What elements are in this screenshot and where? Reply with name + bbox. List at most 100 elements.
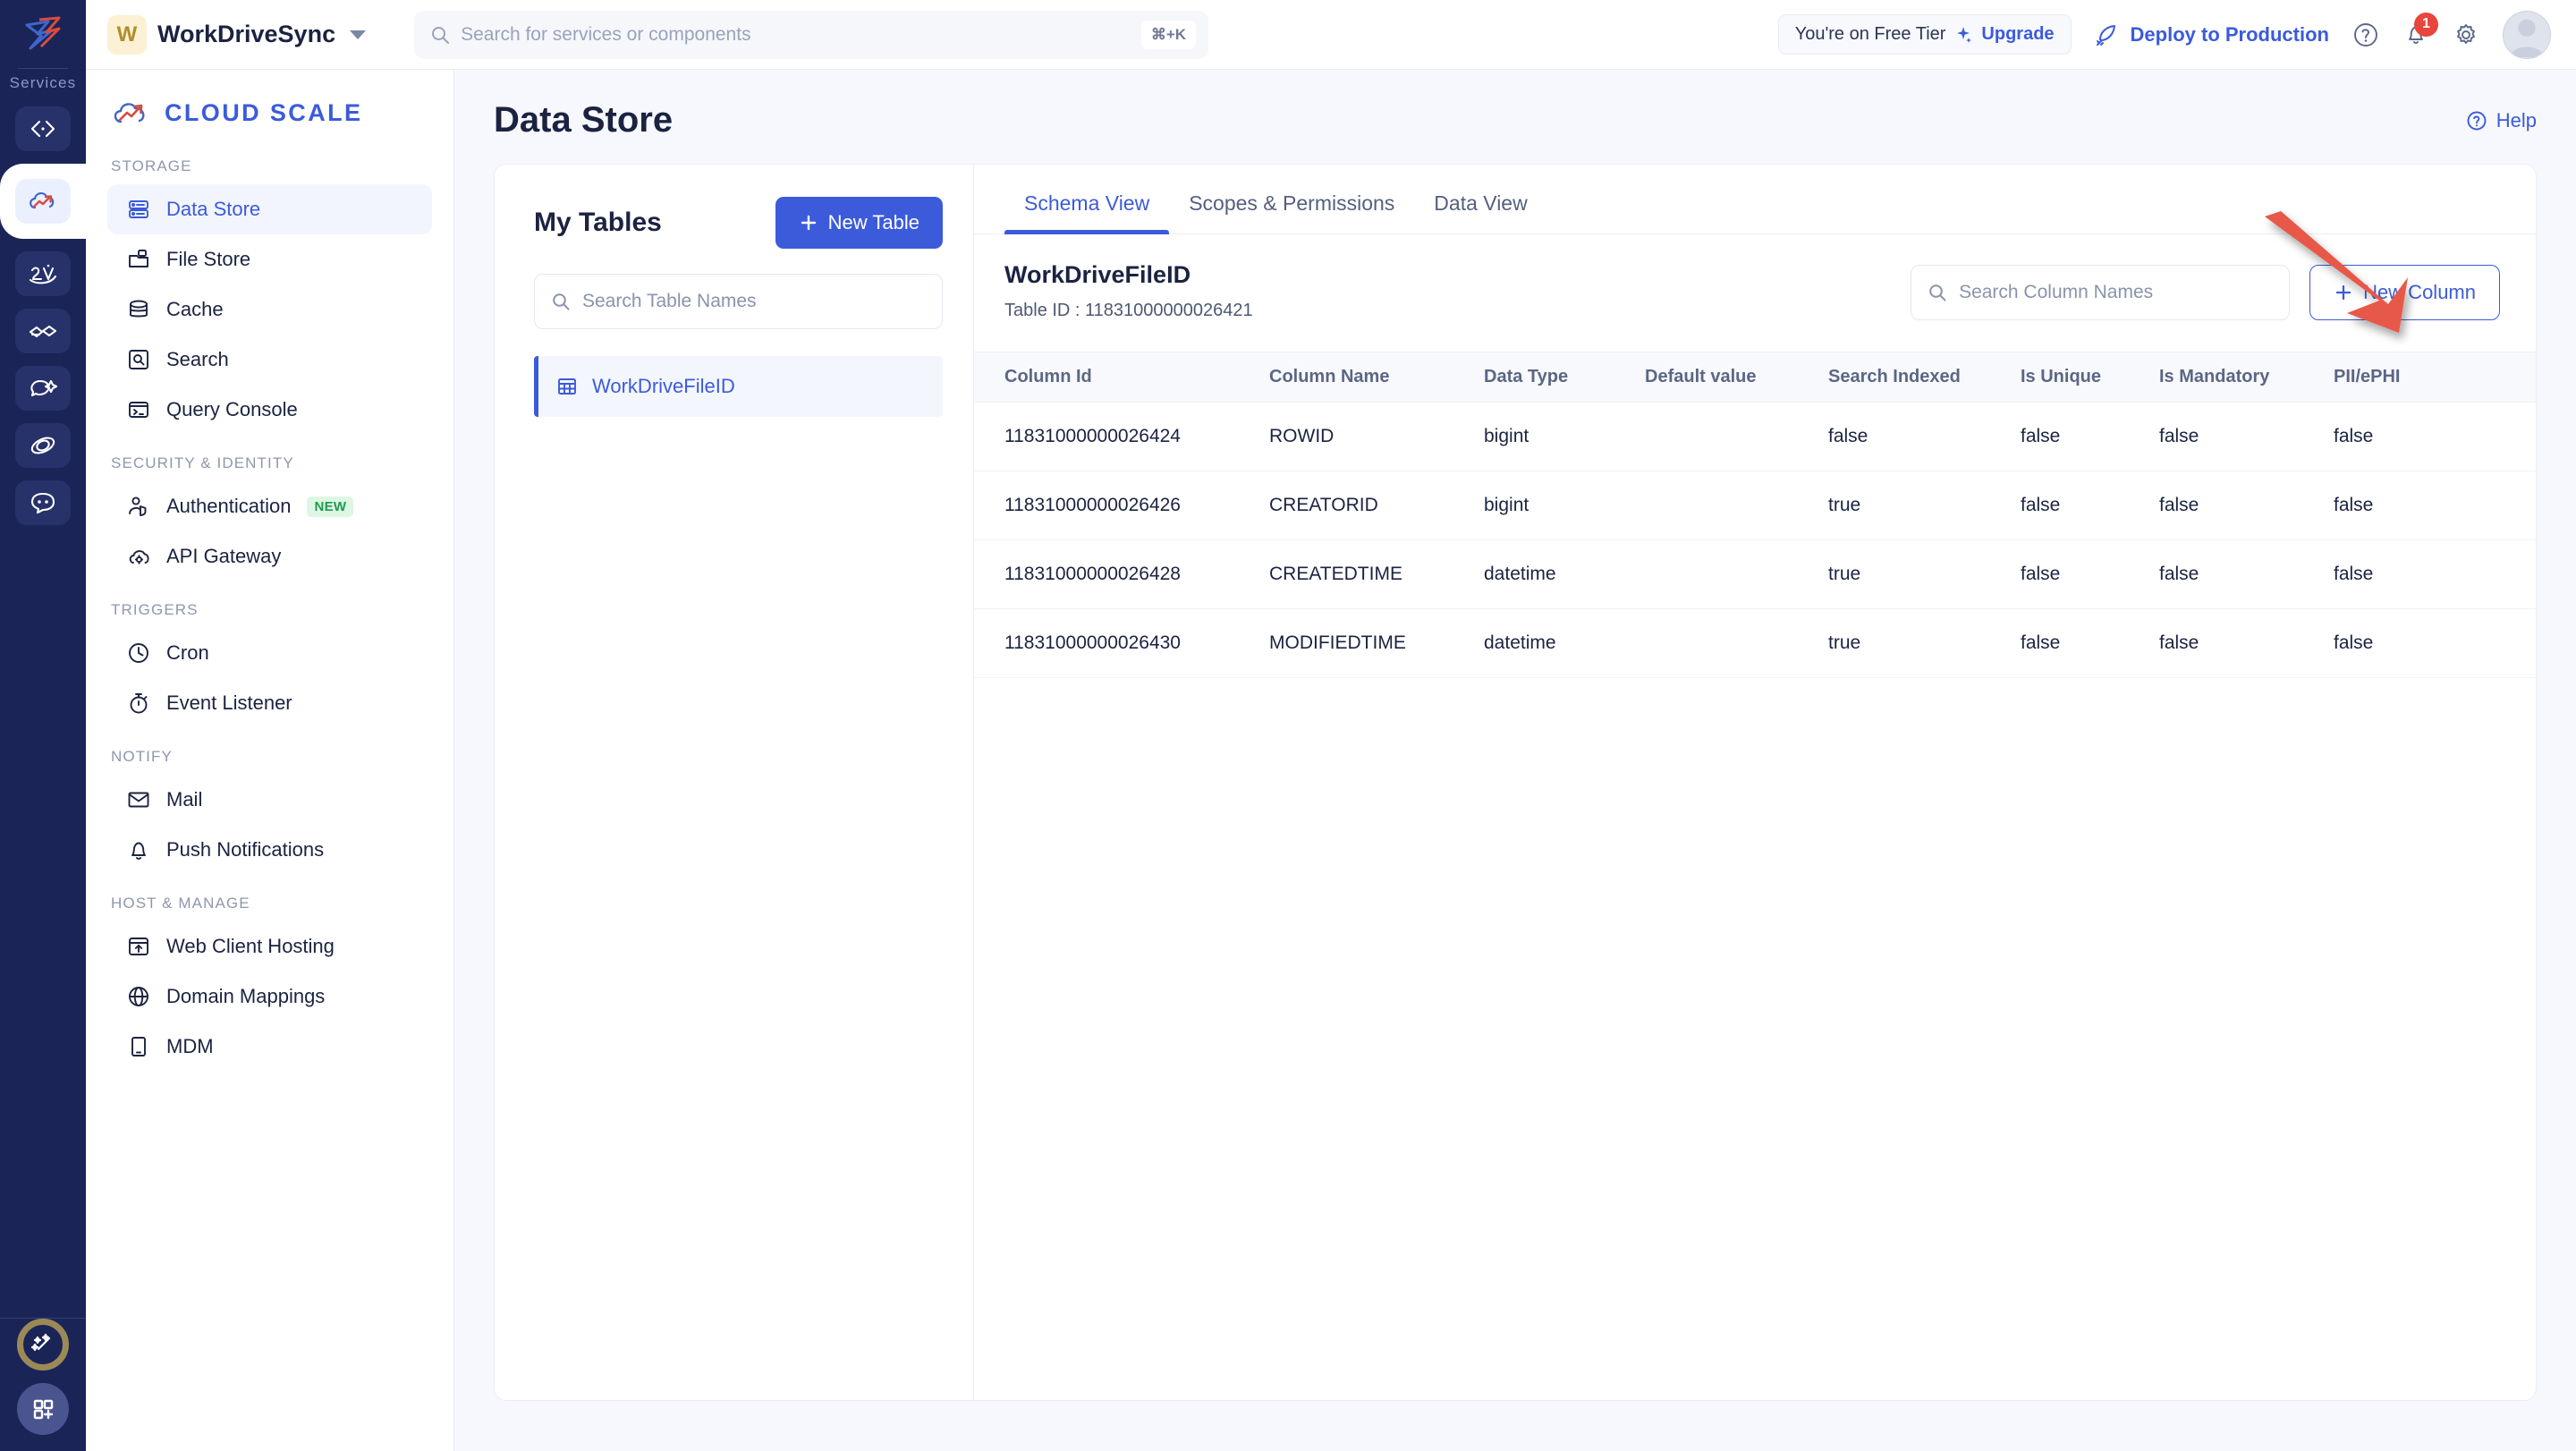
tab-scopes-permissions[interactable]: Scopes & Permissions <box>1169 165 1414 233</box>
rail-item-code[interactable] <box>15 106 71 151</box>
rail-item-list <box>0 106 86 525</box>
schema-actions: Search Column Names New Column <box>1911 265 2500 320</box>
cell-default-value <box>1645 608 1828 678</box>
new-column-label: New Column <box>2363 281 2476 303</box>
table-row[interactable]: 11831000000026430 MODIFIEDTIME datetime … <box>974 608 2536 678</box>
sidebar-item-data-store[interactable]: Data Store <box>107 184 432 234</box>
sidebar-item-domain-mappings[interactable]: Domain Mappings <box>107 972 432 1022</box>
upgrade-button[interactable]: Upgrade <box>1981 24 2054 45</box>
cell-is-unique: false <box>2021 539 2159 609</box>
nav-group-label-host-manage: HOST & MANAGE <box>111 895 250 912</box>
rail-divider <box>18 68 68 69</box>
cell-is-mandatory: false <box>2159 608 2334 678</box>
app-switcher[interactable]: W WorkDriveSync <box>107 14 367 55</box>
main-content: Data Store Help My Tables New Table Sear… <box>454 70 2576 1451</box>
cell-column-id: 11831000000026426 <box>974 471 1269 540</box>
cell-column-name: CREATEDTIME <box>1269 539 1484 609</box>
user-avatar[interactable] <box>2503 10 2551 59</box>
rail-item-analytics[interactable] <box>15 251 71 296</box>
cell-is-mandatory: false <box>2159 471 2334 540</box>
sidebar-item-label: Data Store <box>166 198 261 220</box>
tab-data-view[interactable]: Data View <box>1414 165 1546 233</box>
upload-window-icon <box>129 938 148 955</box>
chevron-down-icon <box>350 30 367 39</box>
column-search-placeholder: Search Column Names <box>1959 282 2154 302</box>
sidebar-item-label: Domain Mappings <box>166 985 326 1007</box>
sidebar-item-label: Query Console <box>166 398 298 420</box>
schema-header: WorkDriveFileID Table ID : 1183100000002… <box>974 234 2536 321</box>
sidebar-item-api-gateway[interactable]: API Gateway <box>107 531 432 581</box>
top-bar-actions: You're on Free Tier Upgrade Deploy to Pr… <box>1777 10 2551 59</box>
cell-data-type: bigint <box>1484 402 1645 471</box>
plus-icon <box>801 215 816 231</box>
body: CLOUD SCALE STORAGE Data Store File Stor… <box>86 70 2576 1451</box>
schema-title-block: WorkDriveFileID Table ID : 1183100000002… <box>1004 261 1253 321</box>
cloud-gear-icon <box>129 550 149 564</box>
sidebar-item-authentication[interactable]: Authentication NEW <box>107 481 432 531</box>
table-search-input[interactable]: Search Table Names <box>534 274 943 329</box>
schema-table-id: Table ID : 11831000000026421 <box>1004 301 1253 320</box>
sidebar-item-mdm[interactable]: MDM <box>107 1022 432 1072</box>
help-link[interactable]: Help <box>2466 109 2537 132</box>
new-table-button[interactable]: New Table <box>775 197 943 249</box>
table-row[interactable]: 11831000000026424 ROWID bigint false fal… <box>974 402 2536 471</box>
search-shortcut-badge: ⌘+K <box>1140 20 1197 49</box>
table-list-item-workdrivefileid[interactable]: WorkDriveFileID <box>534 356 943 417</box>
help-circle-icon[interactable] <box>2352 21 2379 48</box>
sidebar-item-mail[interactable]: Mail <box>107 775 432 825</box>
product-logo-icon[interactable] <box>18 13 68 59</box>
cell-data-type: bigint <box>1484 471 1645 540</box>
sidebar-item-label: API Gateway <box>166 545 282 567</box>
tables-panel-header: My Tables New Table <box>534 197 943 249</box>
app-grid-add-icon[interactable] <box>17 1383 69 1435</box>
sidebar-item-web-client-hosting[interactable]: Web Client Hosting <box>107 921 432 972</box>
sidebar-item-push-notifications[interactable]: Push Notifications <box>107 825 432 875</box>
brand: CLOUD SCALE <box>86 70 453 152</box>
filestore-icon <box>129 250 148 267</box>
sidebar-item-query-console[interactable]: Query Console <box>107 385 432 435</box>
rail-item-orbit[interactable] <box>15 423 71 468</box>
rail-item-cloud-scale[interactable] <box>0 164 86 239</box>
settings-gear-icon[interactable] <box>2453 21 2479 48</box>
new-column-button[interactable]: New Column <box>2309 265 2500 320</box>
global-search-input[interactable]: Search for services or components ⌘+K <box>414 10 1209 59</box>
cell-data-type: datetime <box>1484 608 1645 678</box>
sidebar-item-cron[interactable]: Cron <box>107 628 432 678</box>
sidebar-item-label: Cron <box>166 641 209 664</box>
search-box-icon <box>129 350 148 369</box>
cell-column-name: MODIFIEDTIME <box>1269 608 1484 678</box>
sidebar-item-cache[interactable]: Cache <box>107 284 432 335</box>
magic-wand-icon[interactable] <box>17 1319 69 1370</box>
right-pane: W WorkDriveSync Search for services or c… <box>86 0 2576 1451</box>
top-bar: W WorkDriveSync Search for services or c… <box>86 0 2576 70</box>
brand-label: CLOUD SCALE <box>165 98 363 126</box>
cloud-scale-logo-icon <box>114 103 145 123</box>
cell-search-indexed: true <box>1828 539 2021 609</box>
notifications-bell-icon[interactable]: 1 <box>2402 12 2438 48</box>
cache-icon <box>130 300 148 318</box>
sidebar-item-file-store[interactable]: File Store <box>107 234 432 284</box>
column-search-input[interactable]: Search Column Names <box>1911 265 2291 320</box>
cell-search-indexed: true <box>1828 608 2021 678</box>
sidebar-nav: CLOUD SCALE STORAGE Data Store File Stor… <box>86 70 454 1451</box>
th-column-id: Column Id <box>974 352 1269 403</box>
th-search-indexed: Search Indexed <box>1828 352 2021 403</box>
tier-label: You're on Free Tier <box>1794 24 1946 44</box>
table-row[interactable]: 11831000000026426 CREATORID bigint true … <box>974 471 2536 540</box>
sidebar-item-label: Push Notifications <box>166 838 325 861</box>
sidebar-item-label: Event Listener <box>166 692 292 714</box>
rail-bottom-actions <box>0 1319 86 1435</box>
nav-group-label-notify: NOTIFY <box>111 748 173 765</box>
cell-search-indexed: false <box>1828 402 2021 471</box>
table-row[interactable]: 11831000000026428 CREATEDTIME datetime t… <box>974 539 2536 609</box>
deploy-to-production-button[interactable]: Deploy to Production <box>2095 22 2329 47</box>
tab-schema-view[interactable]: Schema View <box>1004 165 1170 234</box>
rail-item-chat[interactable] <box>15 480 71 525</box>
rail-item-connect[interactable] <box>15 309 71 353</box>
sidebar-item-label: File Store <box>166 248 251 270</box>
sidebar-item-label: Mail <box>166 788 203 810</box>
sidebar-item-search[interactable]: Search <box>107 335 432 385</box>
page-header: Data Store Help <box>454 70 2576 164</box>
rail-item-campaign[interactable] <box>15 366 71 411</box>
sidebar-item-event-listener[interactable]: Event Listener <box>107 678 432 728</box>
